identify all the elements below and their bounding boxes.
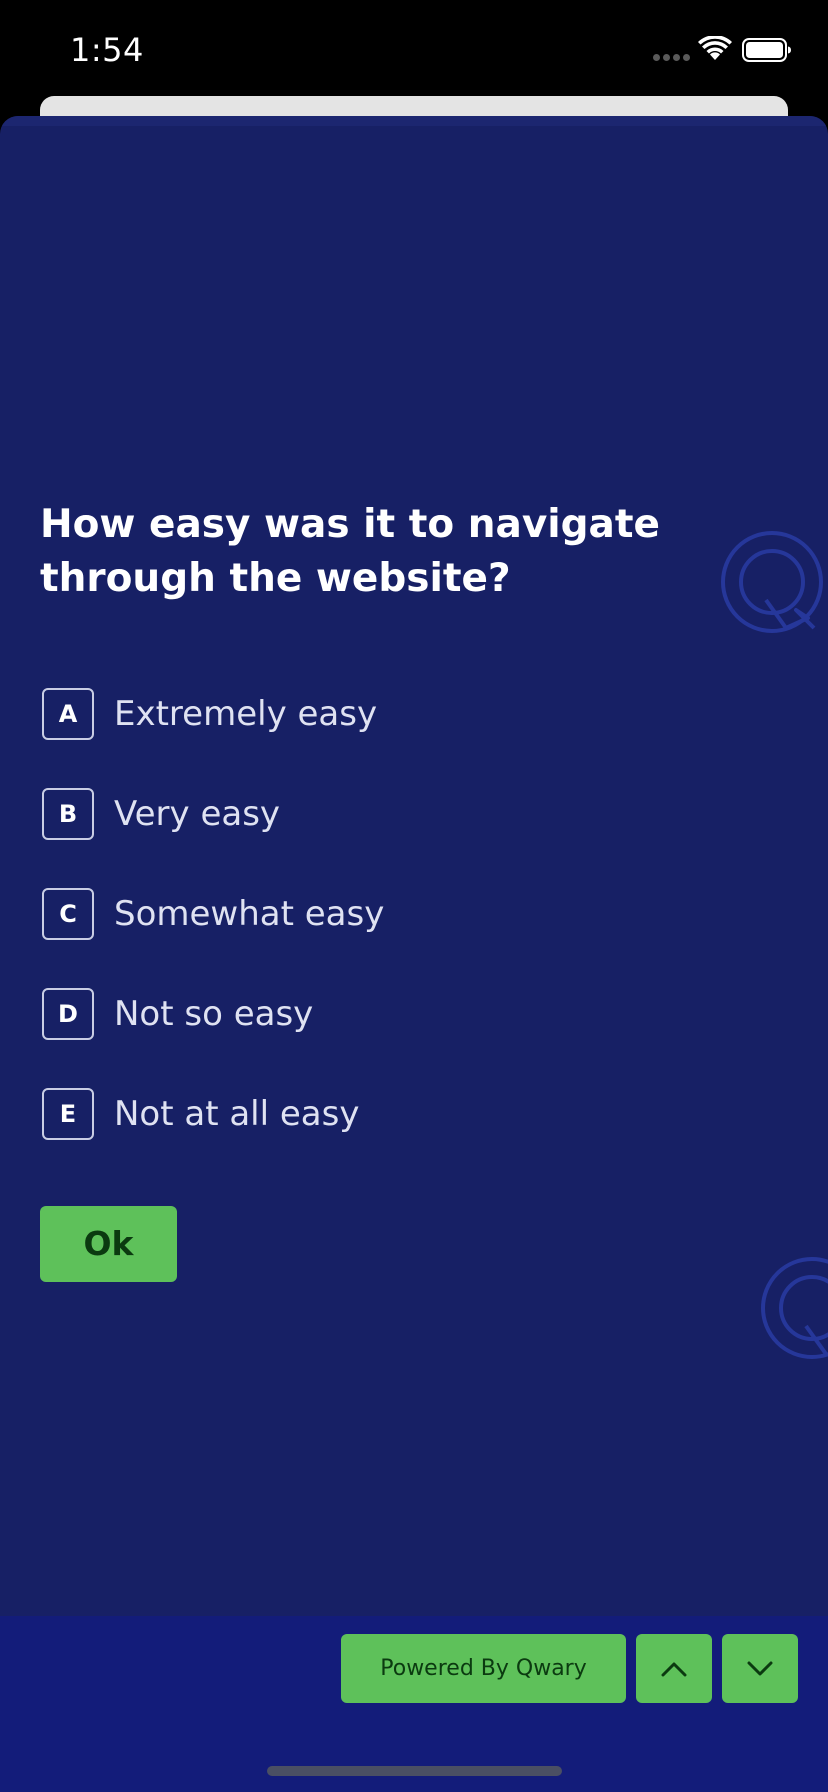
chevron-up-icon xyxy=(661,1662,687,1676)
option-key-badge: D xyxy=(42,988,94,1040)
wifi-icon xyxy=(698,36,732,60)
option-a[interactable]: A Extremely easy xyxy=(42,688,384,740)
survey-screen: 1:54 How easy was it to navigate through… xyxy=(0,0,828,1792)
option-e[interactable]: E Not at all easy xyxy=(42,1088,384,1140)
sheet-edge xyxy=(0,116,828,126)
ok-button[interactable]: Ok xyxy=(40,1206,177,1282)
home-indicator[interactable] xyxy=(267,1766,562,1776)
powered-by-qwary-button[interactable]: Powered By Qwary xyxy=(341,1634,626,1703)
qwary-watermark-icon xyxy=(721,531,823,633)
status-time: 1:54 xyxy=(70,31,144,69)
previous-question-button[interactable] xyxy=(636,1634,712,1703)
qwary-watermark-icon-lower xyxy=(761,1257,828,1359)
option-label: Very easy xyxy=(114,794,281,834)
chevron-down-icon xyxy=(747,1661,773,1675)
option-label: Somewhat easy xyxy=(114,894,385,934)
option-d[interactable]: D Not so easy xyxy=(42,988,384,1040)
next-question-button[interactable] xyxy=(722,1634,798,1703)
option-key-badge: A xyxy=(42,688,94,740)
option-key-badge: B xyxy=(42,788,94,840)
question-title: How easy was it to navigate through the … xyxy=(40,502,660,601)
option-label: Not so easy xyxy=(114,994,314,1034)
survey-sheet: How easy was it to navigate through the … xyxy=(0,116,828,1792)
option-key-badge: E xyxy=(42,1088,94,1140)
option-key-badge: C xyxy=(42,888,94,940)
option-b[interactable]: B Very easy xyxy=(42,788,384,840)
option-label: Not at all easy xyxy=(114,1094,360,1134)
answer-options: A Extremely easy B Very easy C Somewhat … xyxy=(42,688,384,1188)
battery-icon xyxy=(742,38,791,62)
cellular-signal-icon xyxy=(653,54,690,61)
option-label: Extremely easy xyxy=(114,694,378,734)
footer-bar: Powered By Qwary xyxy=(0,1616,828,1792)
status-bar: 1:54 xyxy=(0,0,828,100)
option-c[interactable]: C Somewhat easy xyxy=(42,888,384,940)
